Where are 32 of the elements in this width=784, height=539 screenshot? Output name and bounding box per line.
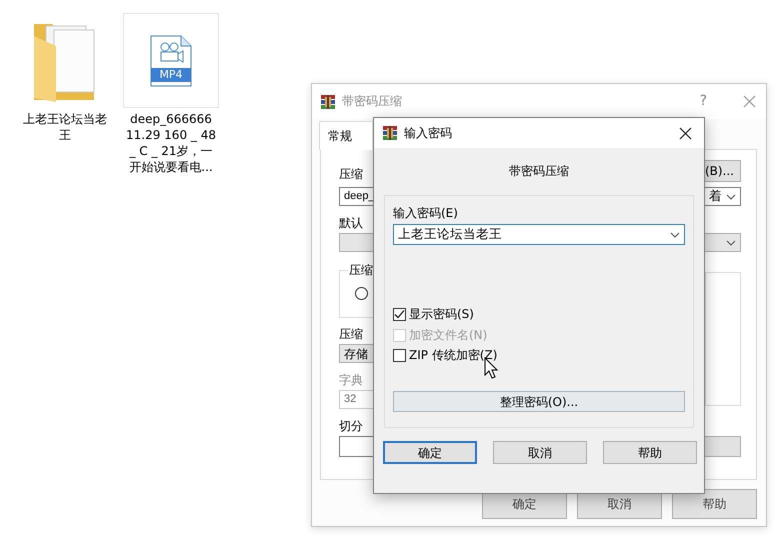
file-type-label: MP4 xyxy=(158,68,184,82)
checkbox[interactable] xyxy=(393,308,406,321)
organize-passwords-button[interactable]: 整理密码(O)... xyxy=(393,391,685,412)
video-file-icon[interactable] xyxy=(150,34,192,86)
dialog-heading: 带密码压缩 xyxy=(509,164,569,179)
checkbox-label[interactable]: 显示密码(S) xyxy=(409,306,474,322)
chevron-icon xyxy=(726,240,736,246)
file-name-label[interactable]: 上老王论坛当老 王 xyxy=(17,111,113,143)
checkbox[interactable] xyxy=(393,349,406,362)
field-label: 压缩 xyxy=(339,167,363,182)
close-icon[interactable] xyxy=(679,126,692,140)
chevron-icon xyxy=(726,194,736,200)
checkbox-label[interactable]: ZIP 传统加密(Z) xyxy=(409,348,498,364)
window-title: 带密码压缩 xyxy=(342,94,402,109)
field-label: 默认 xyxy=(339,216,363,231)
dialog-title: 输入密码 xyxy=(404,126,452,140)
group-label: 压缩 xyxy=(348,263,374,278)
file-name-label[interactable]: deep_666666 11.29 160 _ 48 _ C _ 21岁，一 开始说要看电... xyxy=(123,111,219,175)
field-label: 字典 xyxy=(339,373,363,388)
chevron-icon xyxy=(670,232,680,238)
dialog-button[interactable]: 取消 xyxy=(493,441,587,464)
archive-app-icon xyxy=(382,125,398,141)
radio-button[interactable] xyxy=(355,287,368,300)
dialog-button[interactable]: 帮助 xyxy=(672,489,757,519)
dialog-button[interactable]: 确定 xyxy=(383,441,477,464)
tab[interactable]: 常规 xyxy=(319,121,373,150)
password-field[interactable]: 上老王论坛当老王 xyxy=(393,224,685,245)
archive-app-icon xyxy=(320,94,336,110)
field-label: 输入密码(E) xyxy=(393,206,458,221)
field-label: 压缩 xyxy=(339,327,363,342)
field-label: 切分 xyxy=(339,419,363,434)
dialog-button[interactable]: 帮助 xyxy=(603,441,697,464)
